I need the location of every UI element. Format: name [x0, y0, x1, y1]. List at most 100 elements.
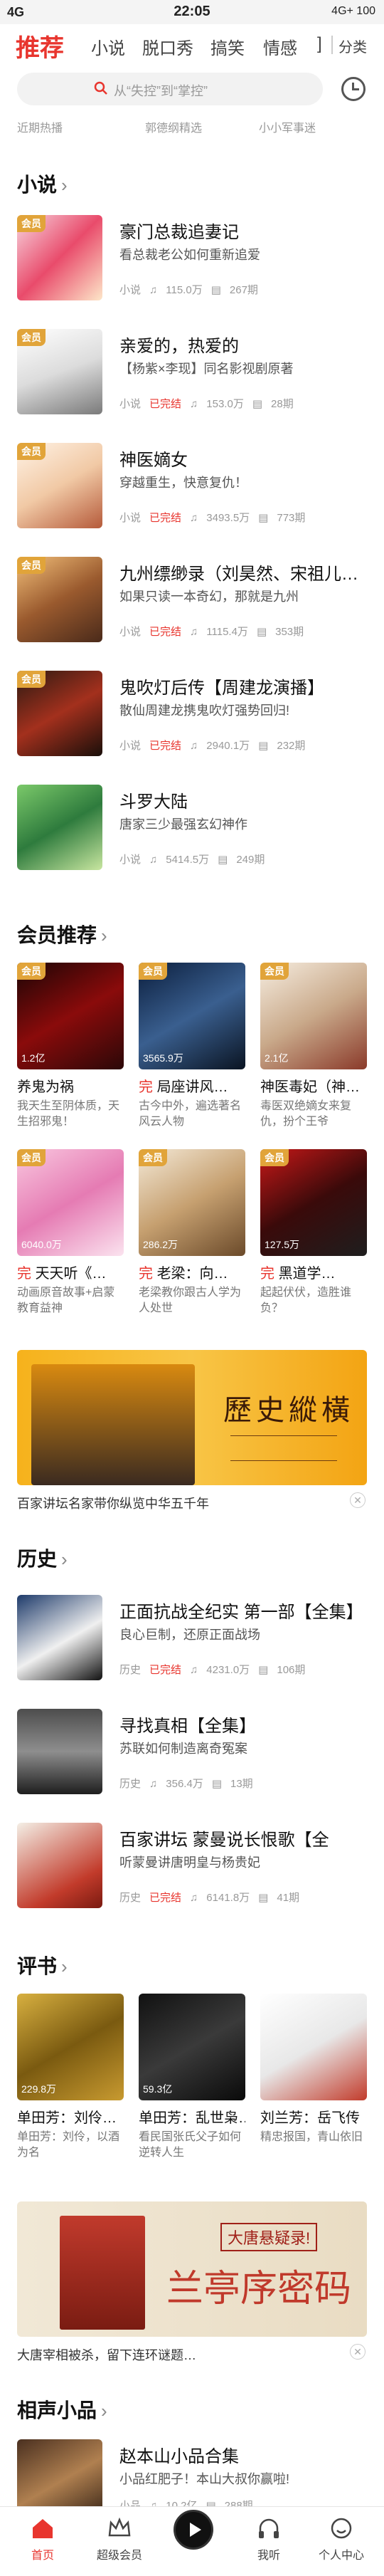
chevron-right-icon: ›: [61, 174, 68, 196]
play-count: 6040.0万: [21, 1239, 62, 1250]
rec-label[interactable]: 近期热播: [17, 118, 63, 135]
play-count: 59.3亿: [143, 2083, 173, 2095]
now-playing-button[interactable]: [174, 2510, 213, 2550]
section-title-member[interactable]: 会员推荐 ›: [17, 920, 107, 948]
grid-item[interactable]: 会员 286.2万 完 老梁：向… 老梁教你跟古人学为人处世: [139, 1149, 245, 1316]
headphone-icon: ♫: [190, 398, 198, 410]
play-count: 3565.9万: [143, 1052, 183, 1064]
headphone-icon: [259, 2518, 279, 2538]
vip-badge: 会员: [17, 215, 46, 232]
cover-image: 会员: [17, 671, 102, 756]
crown-icon: [108, 2517, 131, 2537]
cover-image: 会员 6040.0万: [17, 1149, 124, 1256]
tab-novel[interactable]: 小说: [91, 34, 125, 59]
vip-badge: 会员: [139, 1149, 167, 1166]
headphone-icon: ♫: [149, 284, 158, 296]
banner-caption: 大唐宰相被杀，留下连环谜题…: [17, 2348, 196, 2362]
cover-image: 会员: [17, 215, 102, 300]
item-desc: 看总裁老公如何重新追爱: [119, 248, 260, 262]
tab-label: 超级会员: [96, 2550, 142, 2562]
item-desc: 如果只读一本奇幻，那就是九州: [119, 590, 299, 604]
banner-art-sub: 大唐悬疑录!: [220, 2223, 318, 2251]
list-item[interactable]: 会员 亲爱的，热爱的 【杨紫×李现】同名影视剧原著 小说 已完结 ♫ 153.0万 ▤ 2…: [0, 329, 384, 429]
item-title: 寻找真相【全集】: [119, 1717, 256, 1736]
tab-recommend[interactable]: 推荐: [16, 28, 64, 63]
promo-banner[interactable]: 大唐悬疑录! 兰亭序密码: [17, 2201, 367, 2337]
list-item[interactable]: 会员 九州缥缈录（刘昊然、宋祖儿… 如果只读一本奇幻，那就是九州 小说 已完结 ♫ 1…: [0, 557, 384, 656]
grid-item[interactable]: 会员 2.1亿 神医毒妃（神… 毒医双绝嫡女来复仇，扮个王爷: [260, 963, 367, 1130]
grid-desc: 毒医双绝嫡女来复仇，扮个王爷: [260, 1100, 352, 1128]
item-desc: 苏联如何制造离奇冤案: [119, 1742, 247, 1756]
grid-title: 完 老梁：向…: [139, 1266, 228, 1282]
grid-item[interactable]: 刘兰芳：岳飞传 精忠报国，青山依旧: [260, 1994, 367, 2161]
item-desc: 良心巨制，还原正面战场: [119, 1628, 260, 1642]
chevron-right-icon: ›: [101, 925, 107, 946]
grid-item[interactable]: 229.8万 单田芳：刘伶… 单田芳：刘伶，以酒为名: [17, 1994, 124, 2161]
list-item[interactable]: 会员 神医嫡女 穿越重生，快意复仇！ 小说 已完结 ♫ 3493.5万 ▤ 773期: [0, 443, 384, 543]
grid-desc: 老梁教你跟古人学为人处世: [139, 1287, 242, 1314]
top-tab-bar: 推荐 小说 脱口秀 搞笑 情感 ] 分类: [0, 24, 384, 70]
grid-item[interactable]: 会员 6040.0万 完 天天听《… 动画原音故事+启蒙教育益神: [17, 1149, 124, 1316]
grid-title: 完 局座讲风…: [139, 1079, 228, 1095]
grid-desc: 我天生至阴体质，天生招邪鬼！: [17, 1100, 120, 1128]
tab-listen[interactable]: 我听: [230, 2515, 307, 2562]
list-item[interactable]: 百家讲坛 蒙曼说长恨歌【全 听蒙曼讲唐明皇与杨贵妃 历史 已完结 ♫ 6141.8万 ▤…: [0, 1823, 384, 1922]
tab-funny[interactable]: 搞笑: [210, 34, 245, 59]
category-button[interactable]: 分类: [338, 36, 367, 56]
list-icon: ▤: [218, 854, 228, 866]
tab-home[interactable]: 首页: [4, 2515, 81, 2562]
section-title-pingshu[interactable]: 评书 ›: [17, 1951, 68, 1979]
section-title-crosstalk[interactable]: 相声小品 ›: [17, 2395, 107, 2424]
grid-item[interactable]: 59.3亿 单田芳：乱世枭… 看民国张氏父子如何逆转人生: [139, 1994, 245, 2161]
chevron-right-icon: ›: [61, 1956, 68, 1977]
grid-item[interactable]: 会员 1.2亿 养鬼为祸 我天生至阴体质，天生招邪鬼！: [17, 963, 124, 1130]
list-item[interactable]: 斗罗大陆 唐家三少最强玄幻神作 小说 ♫ 5414.5万 ▤ 249期: [0, 785, 384, 884]
list-item[interactable]: 正面抗战全纪实 第一部【全集】 良心巨制，还原正面战场 历史 已完结 ♫ 4231.0…: [0, 1595, 384, 1695]
item-desc: 穿越重生，快意复仇！: [119, 476, 247, 490]
search-placeholder: 从“失控”到“掌控”: [114, 84, 208, 98]
vip-badge: 会员: [17, 443, 46, 460]
list-item[interactable]: 会员 鬼吹灯后传【周建龙演播】 散仙周建龙携鬼吹灯强势回归! 小说 已完结 ♫ 294…: [0, 671, 384, 770]
tab-talkshow[interactable]: 脱口秀: [142, 34, 193, 59]
close-icon[interactable]: ✕: [350, 2344, 366, 2360]
grid-desc: 看民国张氏父子如何逆转人生: [139, 2131, 242, 2159]
promo-banner[interactable]: 歷史縱橫: [17, 1350, 367, 1485]
item-title: 鬼吹灯后传【周建龙演播】: [119, 679, 324, 698]
item-meta: 小说 已完结 ♫ 1115.4万 ▤ 353期: [119, 626, 304, 638]
close-icon[interactable]: ✕: [350, 1492, 366, 1508]
rec-label[interactable]: 郭德纲精选: [145, 118, 202, 135]
item-title: 赵本山小品合集: [119, 2447, 239, 2466]
vip-badge: 会员: [260, 1149, 289, 1166]
list-item[interactable]: 寻找真相【全集】 苏联如何制造离奇冤案 历史 ♫ 356.4万 ▤ 13期: [0, 1709, 384, 1808]
list-icon: ▤: [256, 626, 267, 638]
cover-image: 会员: [17, 443, 102, 528]
grid-item[interactable]: 会员 3565.9万 完 局座讲风… 古今中外，遍选著名风云人物: [139, 963, 245, 1130]
status-bar: 4G 22:05 4G+ 100: [0, 0, 384, 24]
section-title-history[interactable]: 历史 ›: [17, 1544, 68, 1572]
tab-more[interactable]: ]: [317, 34, 322, 54]
item-desc: 听蒙曼讲唐明皇与杨贵妃: [119, 1855, 260, 1870]
search-input[interactable]: 从“失控”到“掌控”: [17, 73, 323, 105]
play-count: 1.2亿: [21, 1052, 46, 1064]
headphone-icon: ♫: [149, 1778, 158, 1790]
tab-profile[interactable]: 个人中心: [303, 2515, 380, 2562]
history-clock-icon[interactable]: [341, 77, 366, 101]
tab-supervip[interactable]: 超级会员: [81, 2515, 158, 2562]
grid-title: 刘兰芳：岳飞传: [260, 2110, 360, 2126]
vip-badge: 会员: [17, 557, 46, 574]
cover-image: 会员 3565.9万: [139, 963, 245, 1069]
section-title-novel[interactable]: 小说 ›: [17, 169, 68, 198]
item-meta: 历史 已完结 ♫ 6141.8万 ▤ 41期: [119, 1892, 300, 1904]
tab-emotion[interactable]: 情感: [263, 34, 297, 59]
item-title: 豪门总裁追妻记: [119, 223, 239, 242]
cover-image: 会员 127.5万: [260, 1149, 367, 1256]
grid-title: 单田芳：乱世枭…: [139, 2110, 245, 2126]
vip-badge: 会员: [139, 963, 167, 980]
rec-label[interactable]: 小小军事迷: [259, 118, 316, 135]
cover-image: [260, 1994, 367, 2100]
banner-art-text: 兰亭序密码: [166, 2268, 352, 2310]
headphone-icon: ♫: [190, 1892, 198, 1904]
grid-item[interactable]: 会员 127.5万 完 黑道学… 起起伏伏，造胜谁负？: [260, 1149, 367, 1316]
list-item[interactable]: 会员 豪门总裁追妻记 看总裁老公如何重新追爱 小说 ♫ 115.0万 ▤ 267期: [0, 215, 384, 315]
smiley-icon: [331, 2518, 352, 2539]
